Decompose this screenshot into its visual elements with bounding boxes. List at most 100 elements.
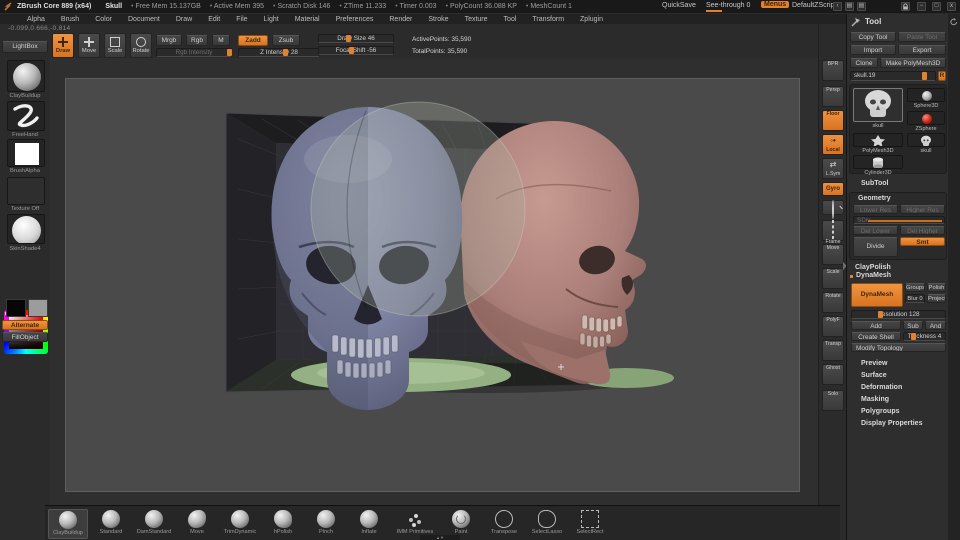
del-lower-button[interactable]: Del Lower [853, 226, 898, 235]
move-nav-button[interactable]: Move [822, 244, 844, 265]
current-texture-thumbnail[interactable] [7, 177, 45, 205]
menu-stroke[interactable]: Stroke [421, 15, 455, 24]
menu-color[interactable]: Color [88, 15, 119, 24]
lock-icon[interactable] [901, 2, 910, 11]
doc-right-icon[interactable]: ▤ [857, 2, 866, 11]
menu-draw[interactable]: Draw [169, 15, 199, 24]
polygroups-section[interactable]: Polygroups [861, 408, 900, 415]
ghost-button[interactable]: Ghost [822, 364, 844, 385]
dynamesh-add-button[interactable]: Add [851, 321, 901, 330]
resolution-slider[interactable]: Resolution 128 [851, 310, 946, 319]
brush-hpolish[interactable]: hPolish [263, 509, 303, 539]
current-stroke-thumbnail[interactable] [7, 101, 45, 131]
active-tool-handle[interactable] [922, 72, 928, 80]
menu-preferences[interactable]: Preferences [329, 15, 381, 24]
doc-left-icon[interactable]: ▤ [845, 2, 854, 11]
focal-shift-handle[interactable] [348, 47, 354, 54]
thickness-slider[interactable]: Thickness 4 [903, 332, 946, 341]
menu-tool[interactable]: Tool [497, 15, 524, 24]
brush-inflate[interactable]: Inflate [349, 509, 389, 539]
active-tool-thumbnail[interactable] [853, 88, 903, 122]
tray-scrollbar[interactable]: ▲▼ [420, 535, 460, 540]
smt-button[interactable]: Smt [900, 237, 945, 246]
menu-texture[interactable]: Texture [458, 15, 495, 24]
cylinder3d-thumbnail[interactable] [853, 155, 903, 169]
menu-material[interactable]: Material [288, 15, 327, 24]
tool-transpose[interactable]: Transpose [484, 509, 524, 539]
draw-size-slider[interactable]: Draw Size 46 [318, 34, 394, 43]
geometry-section[interactable]: Geometry [858, 195, 891, 202]
dynamesh-groups-button[interactable]: Groups [905, 283, 925, 292]
menu-zplugin[interactable]: Zplugin [573, 15, 610, 24]
minimize-button[interactable]: − [917, 2, 926, 11]
lower-res-button[interactable]: Lower Res [853, 205, 898, 214]
doc-grab-icon[interactable]: ‹ [833, 2, 842, 11]
quicksave-button[interactable]: QuickSave [662, 2, 696, 9]
polymesh3d-thumbnail[interactable] [853, 133, 903, 147]
local-button[interactable]: ◦• Local [822, 134, 844, 155]
m-button[interactable]: M [212, 35, 230, 46]
mrgb-button[interactable]: Mrgb [156, 35, 182, 46]
sdiv-slider[interactable]: SDiv [853, 216, 945, 224]
secondary-color-swatch[interactable] [28, 299, 48, 317]
deformation-section[interactable]: Deformation [861, 384, 902, 391]
dynamesh-project-button[interactable]: Project [927, 294, 946, 303]
document-viewport[interactable] [65, 78, 800, 492]
menu-light[interactable]: Light [257, 15, 286, 24]
dynamesh-blur-slider[interactable]: Blur 0 [905, 294, 925, 303]
menu-document[interactable]: Document [121, 15, 167, 24]
paste-tool-button[interactable]: Paste Tool [898, 32, 946, 42]
menu-alpha[interactable]: Alpha [20, 15, 52, 24]
polyf-button[interactable]: PolyF [822, 316, 844, 337]
modify-topology-button[interactable]: Modify Topology [851, 343, 946, 352]
brush-claybuildup[interactable]: ClayBuildup [48, 509, 88, 539]
make-polymesh3d-button[interactable]: Make PolyMesh3D [880, 58, 946, 68]
transp-button[interactable]: Transp [822, 340, 844, 361]
z-intensity-slider[interactable]: Z Intensity 28 [238, 48, 320, 57]
menu-brush[interactable]: Brush [54, 15, 86, 24]
brush-trimdynamic[interactable]: TrimDynamic [220, 509, 260, 539]
rotate-mode-button[interactable]: Rotate [130, 33, 152, 58]
see-through-slider[interactable]: See-through 0 [706, 2, 750, 9]
gyro-button[interactable]: Gyro [822, 182, 844, 196]
dynamesh-polish-button[interactable]: Polish [927, 283, 946, 292]
rgb-button[interactable]: Rgb [186, 35, 208, 46]
resolution-handle[interactable] [878, 311, 884, 318]
claypolish-section[interactable]: ClayPolish [855, 264, 891, 271]
persp-button[interactable]: Persp [822, 86, 844, 107]
copy-tool-button[interactable]: Copy Tool [850, 32, 896, 42]
brush-move[interactable]: Move [177, 509, 217, 539]
menu-render[interactable]: Render [382, 15, 419, 24]
brush-pinch[interactable]: Pinch [306, 509, 346, 539]
r-button[interactable]: R [938, 71, 946, 81]
subtool-section[interactable]: SubTool [861, 180, 888, 187]
import-button[interactable]: Import [850, 45, 896, 55]
dynamesh-and-button[interactable]: And [925, 321, 946, 330]
tool-selectrect[interactable]: SelectRect [570, 509, 610, 539]
create-shell-button[interactable]: Create Shell [851, 332, 901, 341]
rgb-intensity-slider[interactable]: Rgb Intensity [156, 48, 232, 57]
fill-object-button[interactable]: FillObject [2, 332, 48, 342]
divide-button[interactable]: Divide [853, 237, 898, 257]
lightbox-button[interactable]: LightBox [2, 41, 48, 53]
dynamesh-section[interactable]: DynaMesh [856, 272, 891, 279]
zsub-button[interactable]: Zsub [272, 35, 300, 46]
current-brush-thumbnail[interactable] [7, 60, 45, 92]
z-intensity-handle[interactable] [283, 49, 288, 56]
masking-section[interactable]: Masking [861, 396, 889, 403]
preview-section[interactable]: Preview [861, 360, 887, 367]
brush-damstandard[interactable]: DamStandard [134, 509, 174, 539]
sphere3d-thumbnail[interactable] [907, 88, 945, 102]
skull2-thumbnail[interactable] [907, 133, 945, 147]
draw-mode-button[interactable]: Draw [52, 33, 74, 58]
tool-selectlasso[interactable]: SelectLasso [527, 509, 567, 539]
rgb-intensity-handle[interactable] [226, 49, 232, 56]
active-tool-slider[interactable]: skull.19 [850, 71, 936, 81]
menu-file[interactable]: File [229, 15, 254, 24]
rotate-nav-button[interactable]: Rotate [822, 292, 844, 313]
move-mode-button[interactable]: Move [78, 33, 100, 58]
current-material-thumbnail[interactable] [7, 214, 45, 244]
alternate-button[interactable]: Alternate [2, 320, 48, 330]
close-button[interactable]: x [947, 2, 956, 11]
solo-button[interactable]: Solo [822, 390, 844, 411]
